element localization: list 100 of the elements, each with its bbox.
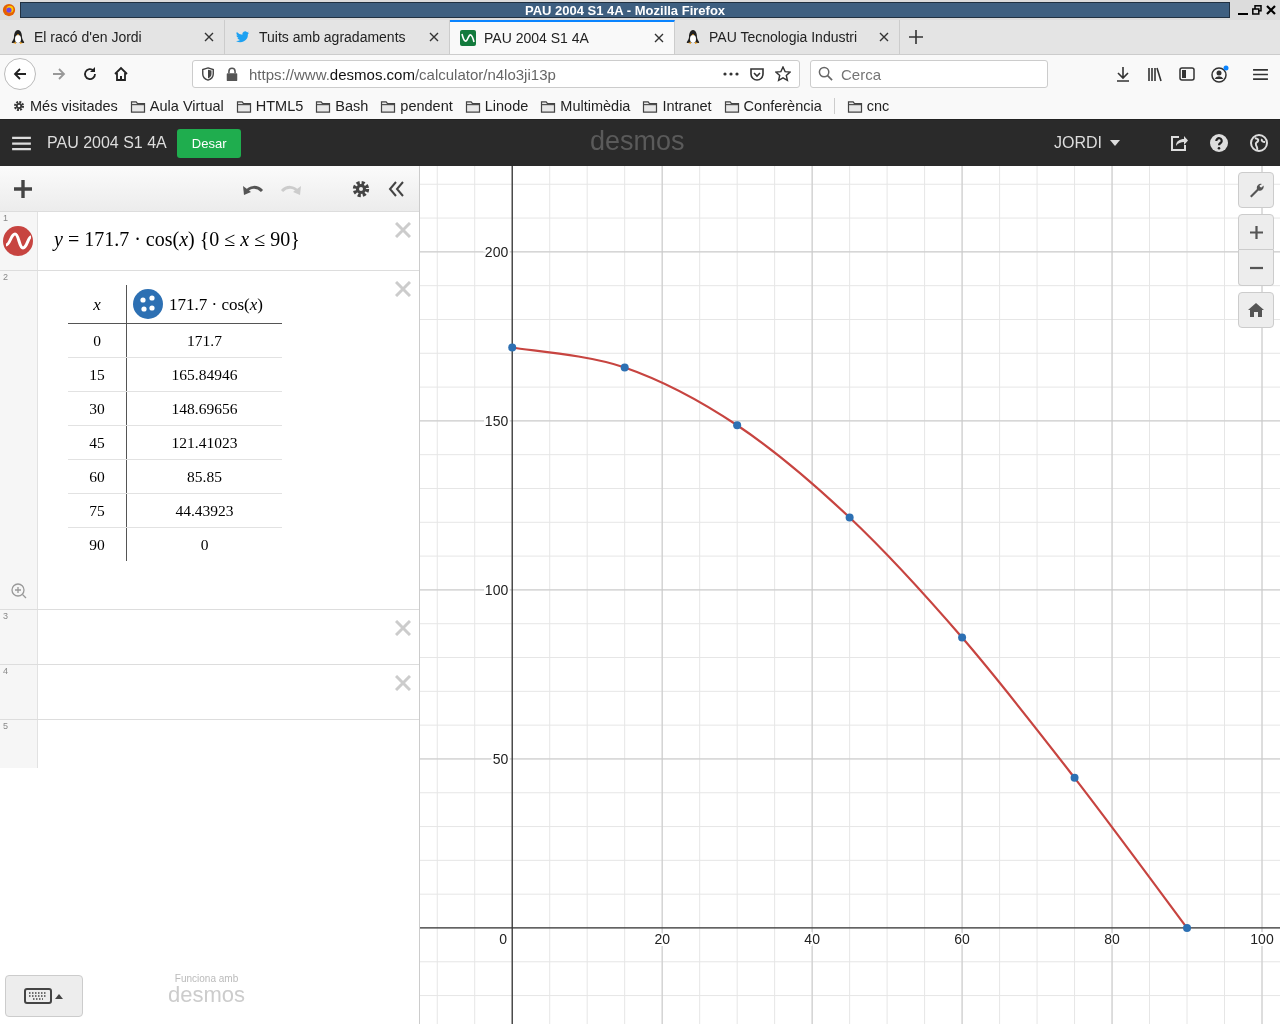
zoom-in-button[interactable] [1238, 214, 1274, 250]
sidebar-icon[interactable] [1179, 66, 1195, 82]
globe-icon[interactable] [1250, 134, 1268, 152]
folder-icon [846, 99, 863, 113]
powered-by-label: Funciona amb [174, 974, 239, 984]
bookmark-item[interactable]: Bash [315, 98, 369, 114]
data-point[interactable] [733, 421, 742, 430]
folder-icon [540, 99, 557, 113]
bookmark-item[interactable]: Aula Virtual [129, 98, 224, 114]
plus-icon [1249, 225, 1263, 239]
bookmark-item[interactable]: HTML5 [235, 98, 304, 114]
firefox-icon [2, 3, 16, 17]
table-cell[interactable]: 44.43923 [175, 501, 234, 519]
data-point[interactable] [508, 343, 517, 352]
line-number: 1 [3, 213, 8, 223]
bookmark-item[interactable]: Multimèdia [540, 98, 631, 114]
bird-icon [235, 30, 251, 44]
bookmark-item[interactable]: Conferència [723, 98, 822, 114]
bookmark-item[interactable]: Intranet [642, 98, 712, 114]
keyboard-icon [24, 988, 64, 1004]
close-icon[interactable] [654, 33, 664, 43]
bookmark-item[interactable]: pendent [380, 98, 453, 114]
tick-label: 100 [1250, 930, 1274, 947]
data-point[interactable] [1070, 773, 1079, 782]
data-point[interactable] [620, 363, 629, 372]
home-icon [1248, 303, 1264, 317]
expression-formula[interactable]: y = 171.7 · cos(x) {0 ≤ x ≤ 90} [54, 228, 300, 251]
pocket-icon[interactable] [749, 66, 765, 82]
table-cell[interactable]: 90 [89, 535, 105, 553]
account-icon[interactable] [1211, 65, 1229, 83]
search-field[interactable]: Cerca [810, 60, 1048, 88]
share-icon[interactable] [1170, 134, 1188, 152]
home-icon[interactable] [113, 66, 129, 82]
library-icon[interactable] [1147, 66, 1163, 82]
table-header[interactable]: 171.7 · cos(x) [169, 295, 263, 313]
table-cell[interactable]: 45 [89, 433, 105, 451]
table-cell[interactable]: 15 [89, 365, 105, 383]
bookmark-item[interactable]: Més visitades [12, 98, 118, 114]
star-icon[interactable] [775, 66, 791, 82]
data-point[interactable] [845, 513, 854, 522]
table-cell[interactable]: 60 [89, 467, 105, 485]
table-cell[interactable]: 30 [89, 399, 105, 417]
download-icon[interactable] [1115, 66, 1131, 82]
graph-settings-button[interactable] [1238, 172, 1274, 208]
tick-label: 20 [654, 930, 670, 947]
zoom-in-icon[interactable] [11, 583, 27, 599]
table-cell[interactable]: 171.7 [187, 331, 222, 349]
close-icon[interactable] [429, 32, 439, 42]
tick-label: 150 [484, 412, 509, 429]
search-icon [818, 66, 833, 81]
penguin-icon [685, 29, 701, 45]
browser-tab[interactable]: PAU 2004 S1 4A [450, 20, 675, 54]
back-arrow-icon [12, 66, 28, 82]
folder-icon [235, 99, 252, 113]
close-icon[interactable] [204, 32, 214, 42]
browser-tab[interactable]: PAU Tecnologia Industri [675, 20, 900, 54]
user-menu[interactable]: JORDI [1048, 133, 1126, 153]
tick-label: 60 [954, 930, 970, 947]
points-icon[interactable] [133, 289, 163, 319]
caret-icon [1110, 140, 1120, 146]
table-header[interactable]: x [93, 294, 101, 314]
bookmark-item[interactable]: cnc [846, 98, 890, 114]
data-point[interactable] [1183, 923, 1192, 932]
menu-icon[interactable] [1253, 67, 1268, 81]
close-icon[interactable] [1266, 5, 1276, 15]
table-cell[interactable]: 75 [89, 501, 105, 519]
data-point[interactable] [958, 633, 967, 642]
restore-icon[interactable] [1252, 5, 1262, 15]
keyboard-button[interactable] [5, 975, 83, 1017]
shield-icon[interactable] [201, 67, 215, 81]
back-button[interactable] [4, 58, 36, 90]
curve-icon[interactable] [3, 226, 33, 256]
wrench-icon [1248, 182, 1264, 198]
close-icon[interactable] [879, 32, 889, 42]
url-text: https://www.desmos.com/calculator/n4lo3ji13p [249, 65, 557, 83]
bookmark-item[interactable]: Linode [464, 98, 529, 114]
gear-icon [12, 99, 26, 113]
address-bar[interactable]: https://www.desmos.com/calculator/n4lo3ji13p [192, 60, 800, 88]
new-tab-icon[interactable] [909, 30, 923, 44]
browser-tab[interactable]: El racó d'en Jordi [0, 20, 225, 54]
table-cell[interactable]: 0 [93, 331, 101, 349]
window-title: PAU 2004 S1 4A - Mozilla Firefox [524, 2, 726, 18]
graph-title[interactable]: PAU 2004 S1 4A [47, 134, 167, 152]
table-cell[interactable]: 121.41023 [171, 433, 238, 451]
table-cell[interactable]: 85.85 [187, 467, 222, 485]
line-number: 4 [3, 666, 8, 676]
forward-icon[interactable] [51, 66, 67, 82]
table-cell[interactable]: 0 [200, 535, 209, 553]
reload-icon[interactable] [82, 66, 98, 82]
collapse-icon[interactable] [388, 180, 406, 197]
add-icon[interactable] [14, 179, 32, 198]
more-icon[interactable] [723, 72, 739, 76]
graph-plot[interactable]: 0 20 40 60 80 100 50 100 150 200 [420, 166, 1280, 1024]
tick-label: 40 [804, 930, 820, 947]
table-cell[interactable]: 165.84946 [171, 365, 238, 383]
table-cell[interactable]: 148.69656 [171, 399, 238, 417]
home-button[interactable] [1238, 292, 1274, 328]
folder-icon [642, 99, 659, 113]
settings-icon[interactable] [352, 179, 370, 198]
help-icon[interactable] [1210, 134, 1228, 152]
